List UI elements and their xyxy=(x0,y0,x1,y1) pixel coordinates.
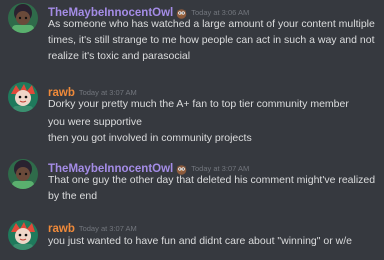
message-line: by the end xyxy=(48,190,98,202)
avatar[interactable] xyxy=(8,159,38,189)
timestamp[interactable]: Today at 3:06 AM xyxy=(191,8,249,17)
message-group: rawb Today at 3:07 AM Dorky your pretty m… xyxy=(0,80,384,150)
message-line: As someone who has watched a large amoun… xyxy=(48,18,375,30)
message-line: you were supportive xyxy=(48,116,142,128)
avatar[interactable] xyxy=(8,220,38,250)
message-line: you just wanted to have fun and didnt ca… xyxy=(48,235,352,247)
message-line: then you got involved in community proje… xyxy=(48,132,252,144)
message-line: Dorky your pretty much the A+ fan to top… xyxy=(48,98,349,110)
timestamp[interactable]: Today at 3:07 AM xyxy=(191,164,249,173)
avatar[interactable] xyxy=(8,3,38,33)
chat-message-list: TheMaybeInnocentOwl Today at 3:06 AM As s… xyxy=(0,0,384,260)
message-group: TheMaybeInnocentOwl Today at 3:07 AM That… xyxy=(0,157,384,211)
timestamp[interactable]: Today at 3:07 AM xyxy=(79,88,137,97)
timestamp[interactable]: Today at 3:07 AM xyxy=(79,224,137,233)
message-line: That one guy the other day that deleted … xyxy=(48,174,376,186)
avatar[interactable] xyxy=(8,82,38,112)
message-group: rawb Today at 3:07 AM you just wanted to … xyxy=(0,218,384,260)
message-line: times, it's still strange to me how peop… xyxy=(48,34,375,46)
message-line: realize it's toxic and parasocial xyxy=(48,50,191,62)
message-group: TheMaybeInnocentOwl Today at 3:06 AM As s… xyxy=(0,0,384,72)
